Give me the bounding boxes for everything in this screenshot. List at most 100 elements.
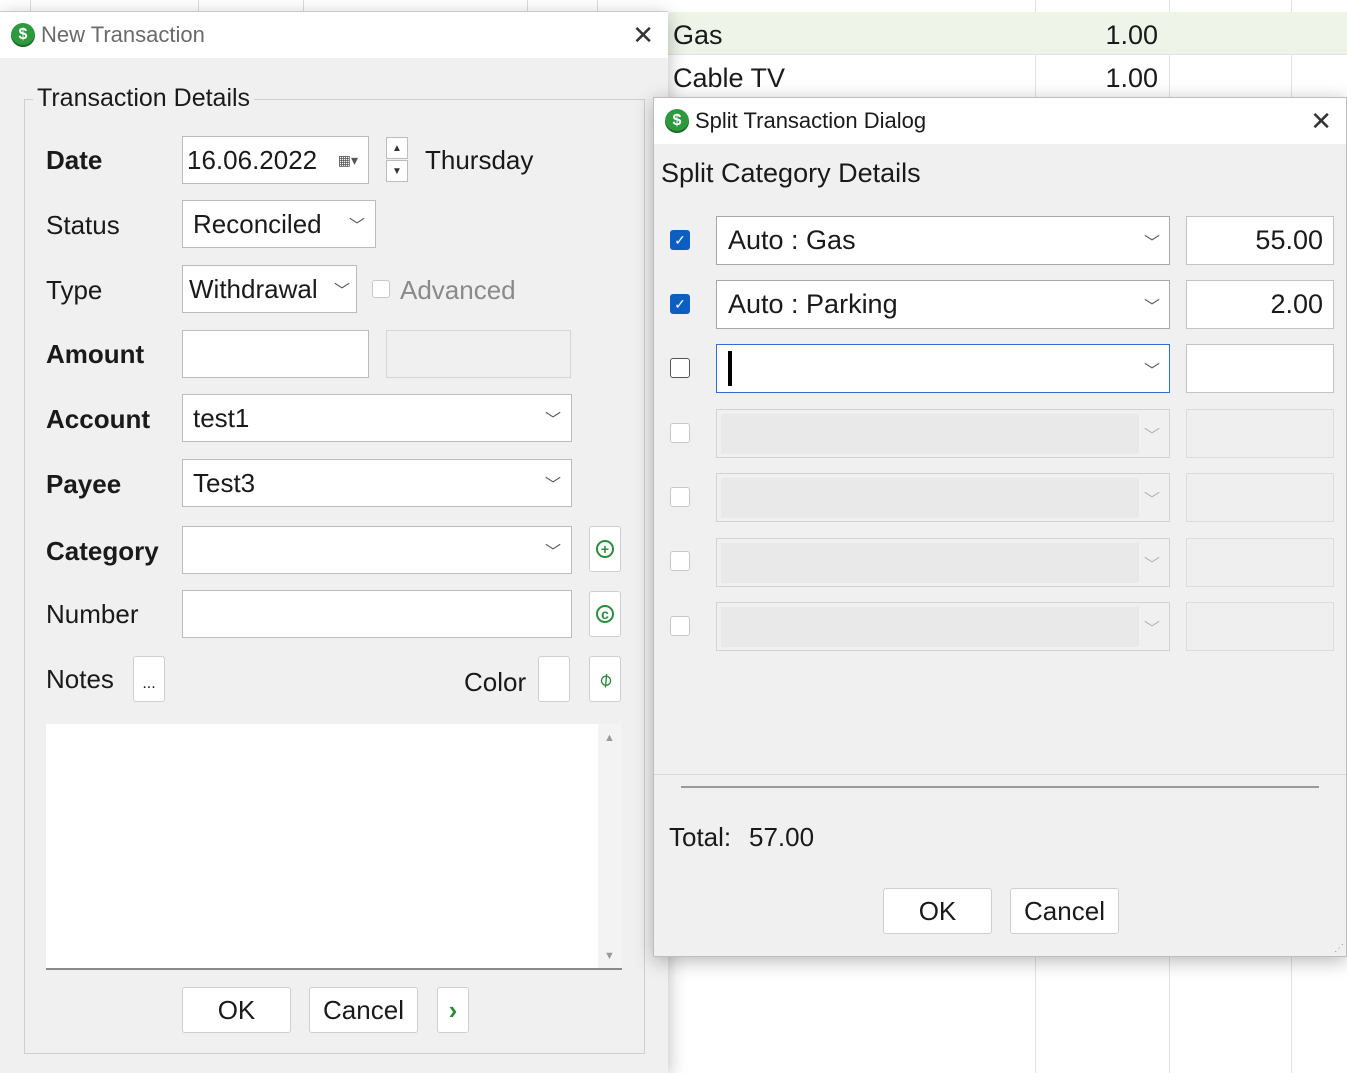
split-amount-value: 2.00 bbox=[1270, 289, 1323, 319]
date-picker[interactable]: 16.06.2022 ▦▾ bbox=[182, 136, 369, 184]
register-row[interactable]: Gas 1.00 bbox=[668, 12, 1347, 55]
amount-label: Amount bbox=[46, 339, 145, 369]
color-label: Color bbox=[464, 667, 527, 697]
app-dollar-icon: $ bbox=[11, 23, 35, 47]
chevron-down-icon: ﹀ bbox=[544, 412, 561, 429]
split-row-checkbox bbox=[670, 423, 690, 443]
scroll-down-icon[interactable]: ▼ bbox=[604, 950, 615, 962]
amount-input[interactable] bbox=[182, 330, 369, 378]
grid-line bbox=[30, 0, 31, 12]
split-row-checkbox[interactable]: ✓ bbox=[670, 230, 690, 250]
total-value: 57.00 bbox=[749, 822, 815, 852]
payee-value: Test3 bbox=[193, 467, 256, 498]
dialog-title: Split Transaction Dialog bbox=[695, 108, 927, 133]
calendar-dropdown-icon[interactable]: ▦▾ bbox=[338, 152, 358, 169]
plus-circle-icon: + bbox=[596, 540, 614, 558]
date-spin-down[interactable]: ▼ bbox=[386, 160, 408, 182]
split-category-dropdown: ﹀ bbox=[716, 473, 1170, 522]
close-icon[interactable]: ✕ bbox=[632, 22, 654, 48]
split-amount-input bbox=[1186, 538, 1334, 587]
text-cursor bbox=[728, 351, 732, 386]
new-transaction-dialog: $ New Transaction ✕ Transaction Details … bbox=[0, 12, 668, 1073]
notes-menu-button[interactable]: ... bbox=[133, 656, 165, 702]
status-dropdown[interactable]: Reconciled ﹀ bbox=[182, 200, 376, 248]
advanced-checkbox[interactable] bbox=[372, 280, 390, 298]
category-dropdown[interactable]: ﹀ bbox=[182, 526, 572, 574]
grid-line bbox=[198, 0, 199, 12]
attachment-button[interactable]: ⌀ bbox=[589, 656, 621, 702]
split-row-checkbox bbox=[670, 487, 690, 507]
more-options-button[interactable]: › bbox=[437, 987, 469, 1033]
split-amount-input[interactable]: 55.00 bbox=[1186, 216, 1334, 265]
split-row-checkbox bbox=[670, 616, 690, 636]
split-category-value: Auto : Gas bbox=[728, 225, 856, 255]
chevron-down-icon: ﹀ bbox=[544, 477, 561, 494]
split-amount-input bbox=[1186, 409, 1334, 458]
weekday-label: Thursday bbox=[425, 145, 534, 175]
chevron-down-icon: ﹀ bbox=[1143, 491, 1160, 509]
split-cancel-button[interactable]: Cancel bbox=[1010, 888, 1119, 934]
chevron-down-icon: ﹀ bbox=[1143, 298, 1160, 316]
grid-line bbox=[303, 0, 304, 12]
app-dollar-icon: $ bbox=[665, 109, 689, 133]
date-value: 16.06.2022 bbox=[187, 144, 318, 175]
split-amount-input bbox=[1186, 602, 1334, 651]
split-amount-input[interactable] bbox=[1186, 344, 1334, 393]
paperclip-icon: ⌀ bbox=[593, 667, 617, 692]
cancel-button[interactable]: Cancel bbox=[309, 987, 418, 1033]
notes-textarea[interactable]: ▲ ▼ bbox=[46, 724, 622, 970]
dialog-title: New Transaction bbox=[41, 22, 205, 47]
split-category-dropdown: ﹀ bbox=[716, 538, 1170, 587]
auto-number-button[interactable]: c bbox=[589, 591, 621, 637]
dropdown-inner bbox=[721, 543, 1139, 583]
register-amount: 1.00 bbox=[1105, 20, 1158, 50]
dropdown-inner bbox=[721, 414, 1139, 454]
split-row-checkbox[interactable] bbox=[670, 358, 690, 378]
split-row-checkbox bbox=[670, 551, 690, 571]
type-label: Type bbox=[46, 275, 103, 305]
register-row[interactable]: Cable TV 1.00 bbox=[668, 55, 1347, 98]
register-header-sliver bbox=[0, 0, 668, 12]
scroll-up-icon[interactable]: ▲ bbox=[604, 732, 615, 744]
titlebar[interactable]: $ New Transaction ✕ bbox=[0, 12, 668, 58]
advanced-label: Advanced bbox=[400, 275, 516, 305]
titlebar[interactable]: $ Split Transaction Dialog ✕ bbox=[654, 98, 1346, 144]
type-dropdown[interactable]: Withdrawal ﹀ bbox=[182, 265, 357, 313]
split-amount-input bbox=[1186, 473, 1334, 522]
number-label: Number bbox=[46, 599, 139, 629]
chevron-down-icon: ﹀ bbox=[348, 218, 365, 235]
split-transaction-dialog: $ Split Transaction Dialog ✕ Split Categ… bbox=[653, 97, 1347, 957]
split-row-checkbox[interactable]: ✓ bbox=[670, 294, 690, 314]
account-value: test1 bbox=[193, 402, 250, 433]
split-category-dropdown[interactable]: Auto : Gas ﹀ bbox=[716, 216, 1170, 265]
close-icon[interactable]: ✕ bbox=[1310, 108, 1332, 134]
account-label: Account bbox=[46, 404, 150, 434]
split-amount-value: 55.00 bbox=[1255, 225, 1323, 255]
date-spin-up[interactable]: ▲ bbox=[386, 137, 408, 159]
split-category-dropdown: ﹀ bbox=[716, 602, 1170, 651]
register-amount: 1.00 bbox=[1105, 63, 1158, 93]
account-dropdown[interactable]: test1 ﹀ bbox=[182, 394, 572, 442]
dropdown-inner bbox=[721, 478, 1139, 518]
chevron-down-icon: ﹀ bbox=[1143, 427, 1160, 445]
split-amount-input[interactable]: 2.00 bbox=[1186, 280, 1334, 329]
payee-dropdown[interactable]: Test3 ﹀ bbox=[182, 459, 572, 507]
split-category-dropdown[interactable]: ﹀ bbox=[716, 344, 1170, 393]
status-label: Status bbox=[46, 210, 120, 240]
color-picker-button[interactable] bbox=[538, 656, 570, 702]
split-category-button[interactable]: + bbox=[589, 526, 621, 572]
ok-button[interactable]: OK bbox=[182, 987, 291, 1033]
number-input[interactable] bbox=[182, 590, 572, 638]
split-category-dropdown[interactable]: Auto : Parking ﹀ bbox=[716, 280, 1170, 329]
resize-grip-icon[interactable]: ⋰ bbox=[1334, 944, 1344, 954]
dropdown-inner bbox=[721, 607, 1139, 647]
notes-scrollbar[interactable]: ▲ ▼ bbox=[598, 724, 622, 968]
chevron-down-icon: ﹀ bbox=[1143, 556, 1160, 574]
split-category-dropdown: ﹀ bbox=[716, 409, 1170, 458]
grid-line bbox=[597, 0, 598, 12]
chevron-down-icon: ﹀ bbox=[1143, 234, 1160, 252]
split-ok-button[interactable]: OK bbox=[883, 888, 992, 934]
amount-to-input bbox=[386, 330, 571, 378]
status-value: Reconciled bbox=[193, 208, 322, 239]
category-label: Category bbox=[46, 536, 159, 566]
